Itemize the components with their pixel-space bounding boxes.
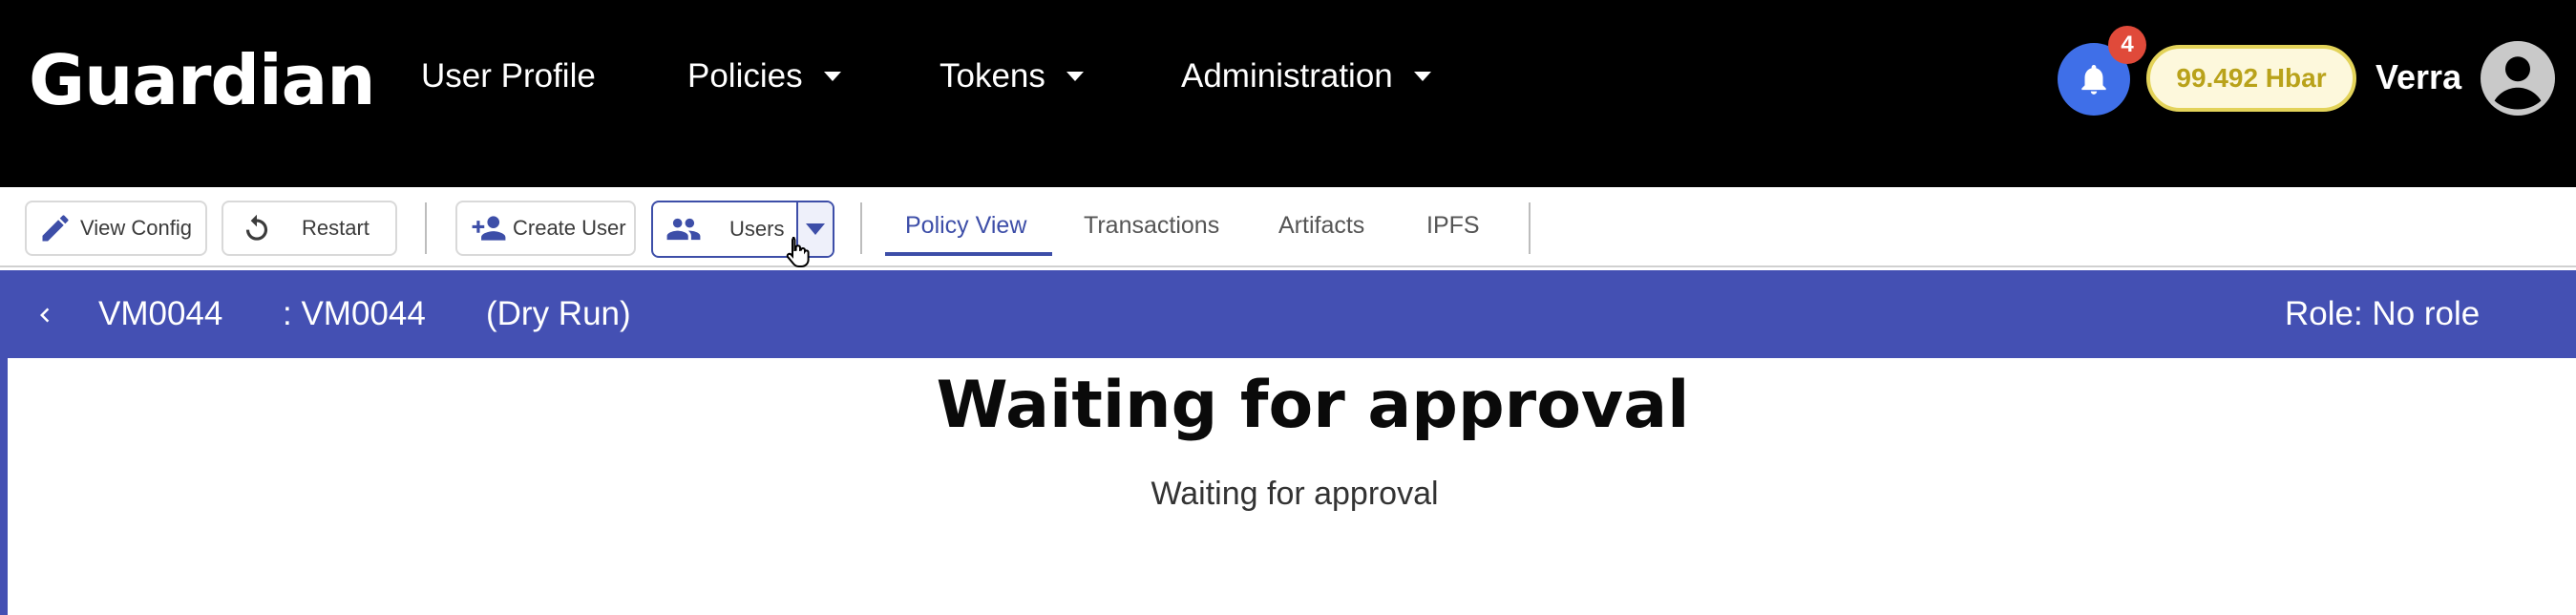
toolbar-divider bbox=[1529, 202, 1531, 254]
username[interactable]: Verra bbox=[2375, 57, 2461, 97]
chevron-down-icon bbox=[1066, 72, 1084, 81]
page-title: Waiting for approval bbox=[936, 368, 1690, 443]
view-config-label: View Config bbox=[80, 216, 192, 240]
chevron-down-icon bbox=[823, 72, 841, 81]
nav-user-profile[interactable]: User Profile bbox=[421, 57, 596, 95]
policy-mode: (Dry Run) bbox=[486, 295, 631, 332]
hand-cursor-icon bbox=[786, 237, 810, 267]
policy-toolbar: View Config Restart Create User Users Po… bbox=[0, 189, 2576, 267]
nav-tokens-label: Tokens bbox=[940, 57, 1045, 95]
view-config-button[interactable]: View Config bbox=[25, 201, 207, 256]
tab-artifacts[interactable]: Artifacts bbox=[1278, 212, 1364, 240]
add-user-icon bbox=[472, 216, 506, 241]
nav-policies[interactable]: Policies bbox=[687, 57, 841, 95]
tab-transactions[interactable]: Transactions bbox=[1084, 212, 1219, 240]
toolbar-divider bbox=[860, 202, 862, 254]
page-subtitle: Waiting for approval bbox=[1151, 476, 1439, 512]
nav-administration[interactable]: Administration bbox=[1181, 57, 1431, 95]
toolbar-divider bbox=[425, 202, 427, 254]
chevron-down-icon bbox=[1413, 72, 1431, 81]
users-label: Users bbox=[729, 217, 785, 241]
nav-tokens[interactable]: Tokens bbox=[940, 57, 1084, 95]
policy-id: : VM0044 bbox=[283, 295, 426, 332]
back-arrow-icon[interactable] bbox=[31, 299, 59, 331]
users-icon bbox=[666, 218, 701, 241]
pencil-icon bbox=[42, 215, 69, 242]
policy-name: VM0044 bbox=[98, 295, 223, 332]
restart-label: Restart bbox=[302, 216, 370, 240]
create-user-button[interactable]: Create User bbox=[455, 201, 636, 256]
balance-badge: 99.492 Hbar bbox=[2146, 45, 2356, 112]
tab-ipfs[interactable]: IPFS bbox=[1426, 212, 1480, 240]
restart-button[interactable]: Restart bbox=[222, 201, 397, 256]
brand-logo[interactable]: Guardian bbox=[29, 40, 376, 120]
nav-user-profile-label: User Profile bbox=[421, 57, 596, 95]
role-label: Role: No role bbox=[2285, 295, 2481, 332]
nav-policies-label: Policies bbox=[687, 57, 803, 95]
avatar-icon[interactable] bbox=[2481, 41, 2555, 116]
caret-down-icon bbox=[806, 223, 825, 235]
top-navbar: Guardian User Profile Policies Tokens Ad… bbox=[0, 0, 2576, 187]
active-tab-indicator bbox=[885, 252, 1052, 256]
bell-icon bbox=[2081, 64, 2106, 95]
tab-policy-view[interactable]: Policy View bbox=[905, 212, 1026, 240]
restart-icon bbox=[245, 214, 268, 241]
notification-count-badge: 4 bbox=[2108, 26, 2146, 64]
nav-administration-label: Administration bbox=[1181, 57, 1393, 95]
policy-header-bar: VM0044 : VM0044 (Dry Run) Role: No role bbox=[0, 270, 2576, 358]
create-user-label: Create User bbox=[513, 216, 626, 240]
